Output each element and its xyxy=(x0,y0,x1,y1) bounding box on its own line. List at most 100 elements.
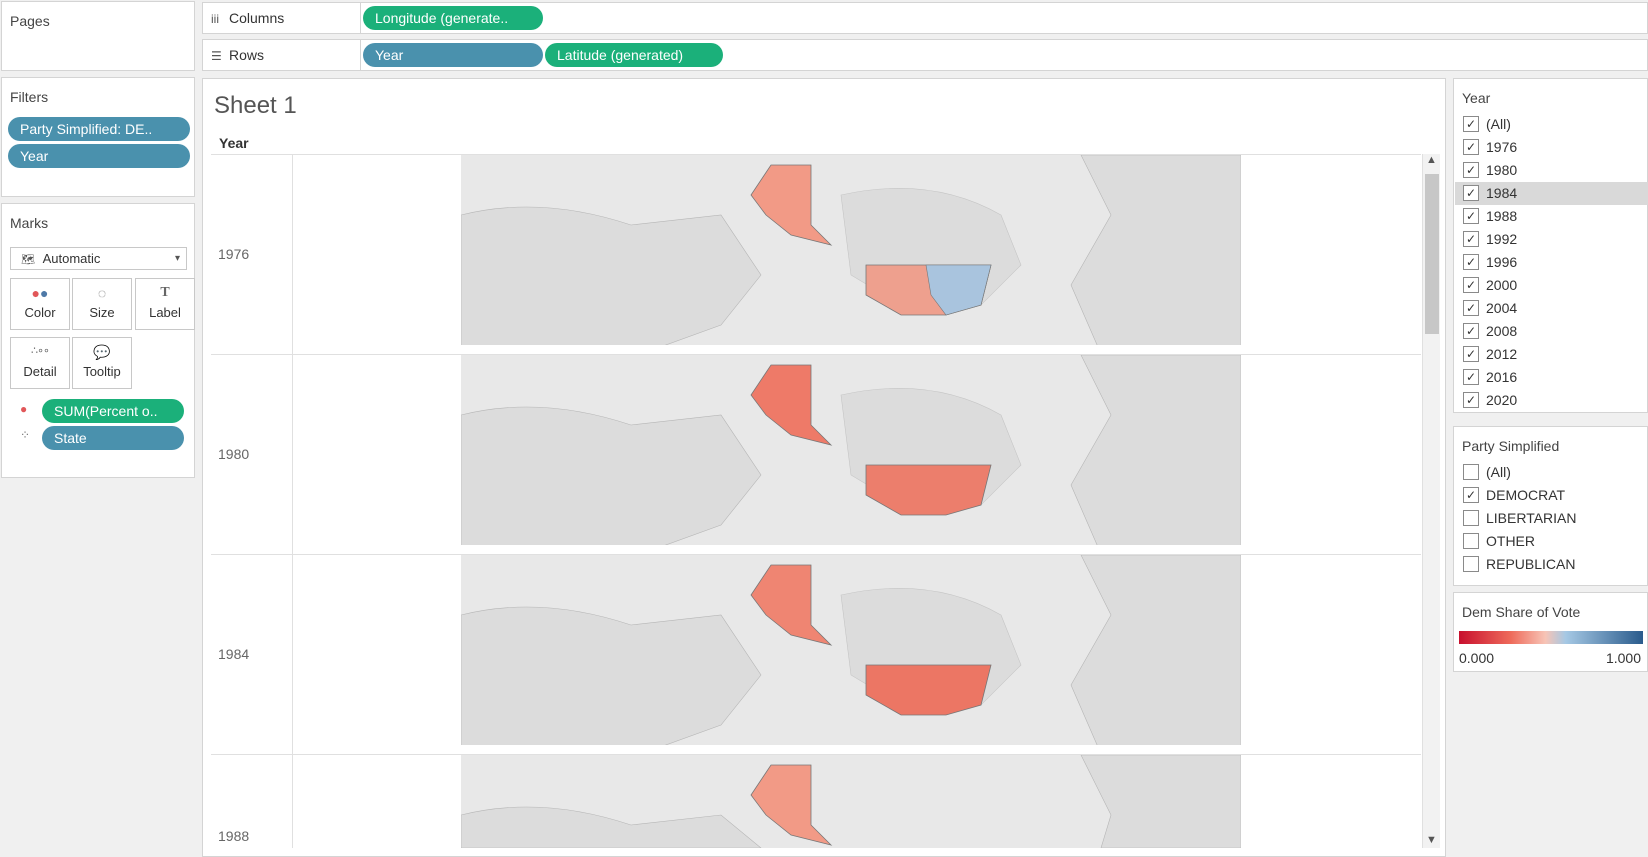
map-icon: 🗺 xyxy=(21,254,35,266)
year-filter-item-label: 1988 xyxy=(1486,208,1518,224)
columns-shelf[interactable]: iii Columns Longitude (generate.. xyxy=(202,2,1648,34)
legend-gradient[interactable] xyxy=(1459,631,1643,644)
checkbox-empty-icon[interactable] xyxy=(1463,556,1479,572)
year-filter-item-label: 1976 xyxy=(1486,139,1518,155)
checkbox-checked-icon[interactable]: ✓ xyxy=(1463,254,1479,270)
field-pill-state[interactable]: State xyxy=(42,426,184,450)
mark-type-dropdown[interactable]: 🗺 Automatic ▾ xyxy=(10,247,187,270)
detail-card[interactable]: ∴∘∘ Detail xyxy=(10,337,70,389)
checkbox-checked-icon[interactable]: ✓ xyxy=(1463,162,1479,178)
checkbox-checked-icon[interactable]: ✓ xyxy=(1463,323,1479,339)
year-filter-item[interactable]: ✓ 2016 xyxy=(1455,366,1648,389)
mark-type-label: Automatic xyxy=(42,251,101,266)
filter-pill-party[interactable]: Party Simplified: DE.. xyxy=(8,117,190,141)
year-filter-item-label: 1980 xyxy=(1486,162,1518,178)
checkbox-checked-icon[interactable]: ✓ xyxy=(1463,185,1479,201)
detail-field-icon: ⁘ xyxy=(20,428,31,442)
party-filter-item-label: OTHER xyxy=(1486,533,1535,549)
map-1984[interactable] xyxy=(461,555,1241,745)
party-filter-item[interactable]: OTHER xyxy=(1455,530,1648,553)
marks-panel: Marks 🗺 Automatic ▾ ●● Color ◌ Size T La… xyxy=(1,203,195,478)
party-filter-item[interactable]: REPUBLICAN xyxy=(1455,553,1648,576)
year-filter-item[interactable]: ✓ 1984 xyxy=(1455,182,1648,205)
checkbox-empty-icon[interactable] xyxy=(1463,510,1479,526)
label-icon: T xyxy=(160,285,170,300)
columns-label: iii Columns xyxy=(203,3,361,33)
year-filter-card: Year ✓ (All) ✓ 1976 ✓ 1980 ✓ 1984 ✓ 1988 ✓ 1992 ✓ 199… xyxy=(1453,78,1648,413)
row-header-divider xyxy=(292,154,293,848)
party-filter-item-label: LIBERTARIAN xyxy=(1486,510,1577,526)
checkbox-checked-icon[interactable]: ✓ xyxy=(1463,139,1479,155)
pages-panel[interactable]: Pages xyxy=(1,1,195,71)
year-filter-item[interactable]: ✓ 1996 xyxy=(1455,251,1648,274)
year-filter-item[interactable]: ✓ 1992 xyxy=(1455,228,1648,251)
legend-min: 0.000 xyxy=(1459,650,1495,666)
row-year-1976: 1976 xyxy=(218,246,250,262)
year-filter-item[interactable]: ✓ (All) xyxy=(1455,113,1648,136)
year-filter-item[interactable]: ✓ 2012 xyxy=(1455,343,1648,366)
view-scrollbar[interactable]: ▲ ▼ xyxy=(1422,154,1440,848)
party-filter-item-label: REPUBLICAN xyxy=(1486,556,1576,572)
rows-pill-latitude[interactable]: Latitude (generated) xyxy=(545,43,723,67)
checkbox-checked-icon[interactable]: ✓ xyxy=(1463,392,1479,408)
tooltip-icon: 💬 xyxy=(93,344,111,360)
columns-pill-longitude[interactable]: Longitude (generate.. xyxy=(363,6,543,30)
year-filter-item[interactable]: ✓ 2004 xyxy=(1455,297,1648,320)
checkbox-empty-icon[interactable] xyxy=(1463,533,1479,549)
year-filter-item[interactable]: ✓ 2020 xyxy=(1455,389,1648,412)
checkbox-checked-icon[interactable]: ✓ xyxy=(1463,346,1479,362)
tooltip-card[interactable]: 💬 Tooltip xyxy=(72,337,132,389)
checkbox-checked-icon[interactable]: ✓ xyxy=(1463,208,1479,224)
checkbox-checked-icon[interactable]: ✓ xyxy=(1463,487,1479,503)
checkbox-empty-icon[interactable] xyxy=(1463,464,1479,480)
year-filter-item-label: 1984 xyxy=(1486,185,1518,201)
checkbox-checked-icon[interactable]: ✓ xyxy=(1463,116,1479,132)
checkbox-checked-icon[interactable]: ✓ xyxy=(1463,231,1479,247)
year-filter-item[interactable]: ✓ 1980 xyxy=(1455,159,1648,182)
party-filter-item-label: DEMOCRAT xyxy=(1486,487,1566,503)
year-filter-item[interactable]: ✓ 2008 xyxy=(1455,320,1648,343)
map-1976[interactable] xyxy=(461,155,1241,345)
rows-shelf[interactable]: ☰ Rows Year Latitude (generated) xyxy=(202,39,1648,71)
row-year-1988: 1988 xyxy=(218,828,250,844)
label-card[interactable]: T Label xyxy=(135,278,195,330)
checkbox-checked-icon[interactable]: ✓ xyxy=(1463,369,1479,385)
checkbox-checked-icon[interactable]: ✓ xyxy=(1463,277,1479,293)
year-filter-item-label: 1996 xyxy=(1486,254,1518,270)
year-filter-item[interactable]: ✓ 2000 xyxy=(1455,274,1648,297)
scroll-down-icon[interactable]: ▼ xyxy=(1426,834,1437,846)
map-1988[interactable] xyxy=(461,755,1241,848)
year-filter-item[interactable]: ✓ 1988 xyxy=(1455,205,1648,228)
year-filter-title: Year xyxy=(1462,90,1491,106)
color-field-icon: ● xyxy=(20,402,28,416)
scrollbar-thumb[interactable] xyxy=(1425,174,1439,334)
year-filter-item-label: 2000 xyxy=(1486,277,1518,293)
color-card[interactable]: ●● Color xyxy=(10,278,70,330)
party-filter-item[interactable]: (All) xyxy=(1455,461,1648,484)
filter-pill-year[interactable]: Year xyxy=(8,144,190,168)
size-card[interactable]: ◌ Size xyxy=(72,278,132,330)
year-filter-item-label: 2004 xyxy=(1486,300,1518,316)
party-filter-item[interactable]: LIBERTARIAN xyxy=(1455,507,1648,530)
party-filter-card: Party Simplified (All) ✓ DEMOCRAT LIBERTARI… xyxy=(1453,426,1648,586)
scroll-up-icon[interactable]: ▲ xyxy=(1426,154,1437,166)
filters-title: Filters xyxy=(10,89,49,105)
rows-label: ☰ Rows xyxy=(203,40,361,70)
map-1980[interactable] xyxy=(461,355,1241,545)
checkbox-checked-icon[interactable]: ✓ xyxy=(1463,300,1479,316)
row-year-1980: 1980 xyxy=(218,446,250,462)
pages-title: Pages xyxy=(10,13,50,29)
color-icon: ●● xyxy=(31,285,49,301)
field-pill-percent[interactable]: SUM(Percent o.. xyxy=(42,399,184,423)
year-filter-item-label: 2008 xyxy=(1486,323,1518,339)
year-filter-item[interactable]: ✓ 1976 xyxy=(1455,136,1648,159)
chevron-down-icon: ▾ xyxy=(174,253,180,264)
legend-card: Dem Share of Vote 0.000 1.000 xyxy=(1453,592,1648,672)
rows-icon: ☰ xyxy=(211,49,222,63)
party-filter-item[interactable]: ✓ DEMOCRAT xyxy=(1455,484,1648,507)
party-filter-item-label: (All) xyxy=(1486,464,1511,480)
filters-panel: Filters Party Simplified: DE.. Year xyxy=(1,77,195,197)
year-filter-item-label: (All) xyxy=(1486,116,1511,132)
row-header-year: Year xyxy=(219,135,249,151)
rows-pill-year[interactable]: Year xyxy=(363,43,543,67)
